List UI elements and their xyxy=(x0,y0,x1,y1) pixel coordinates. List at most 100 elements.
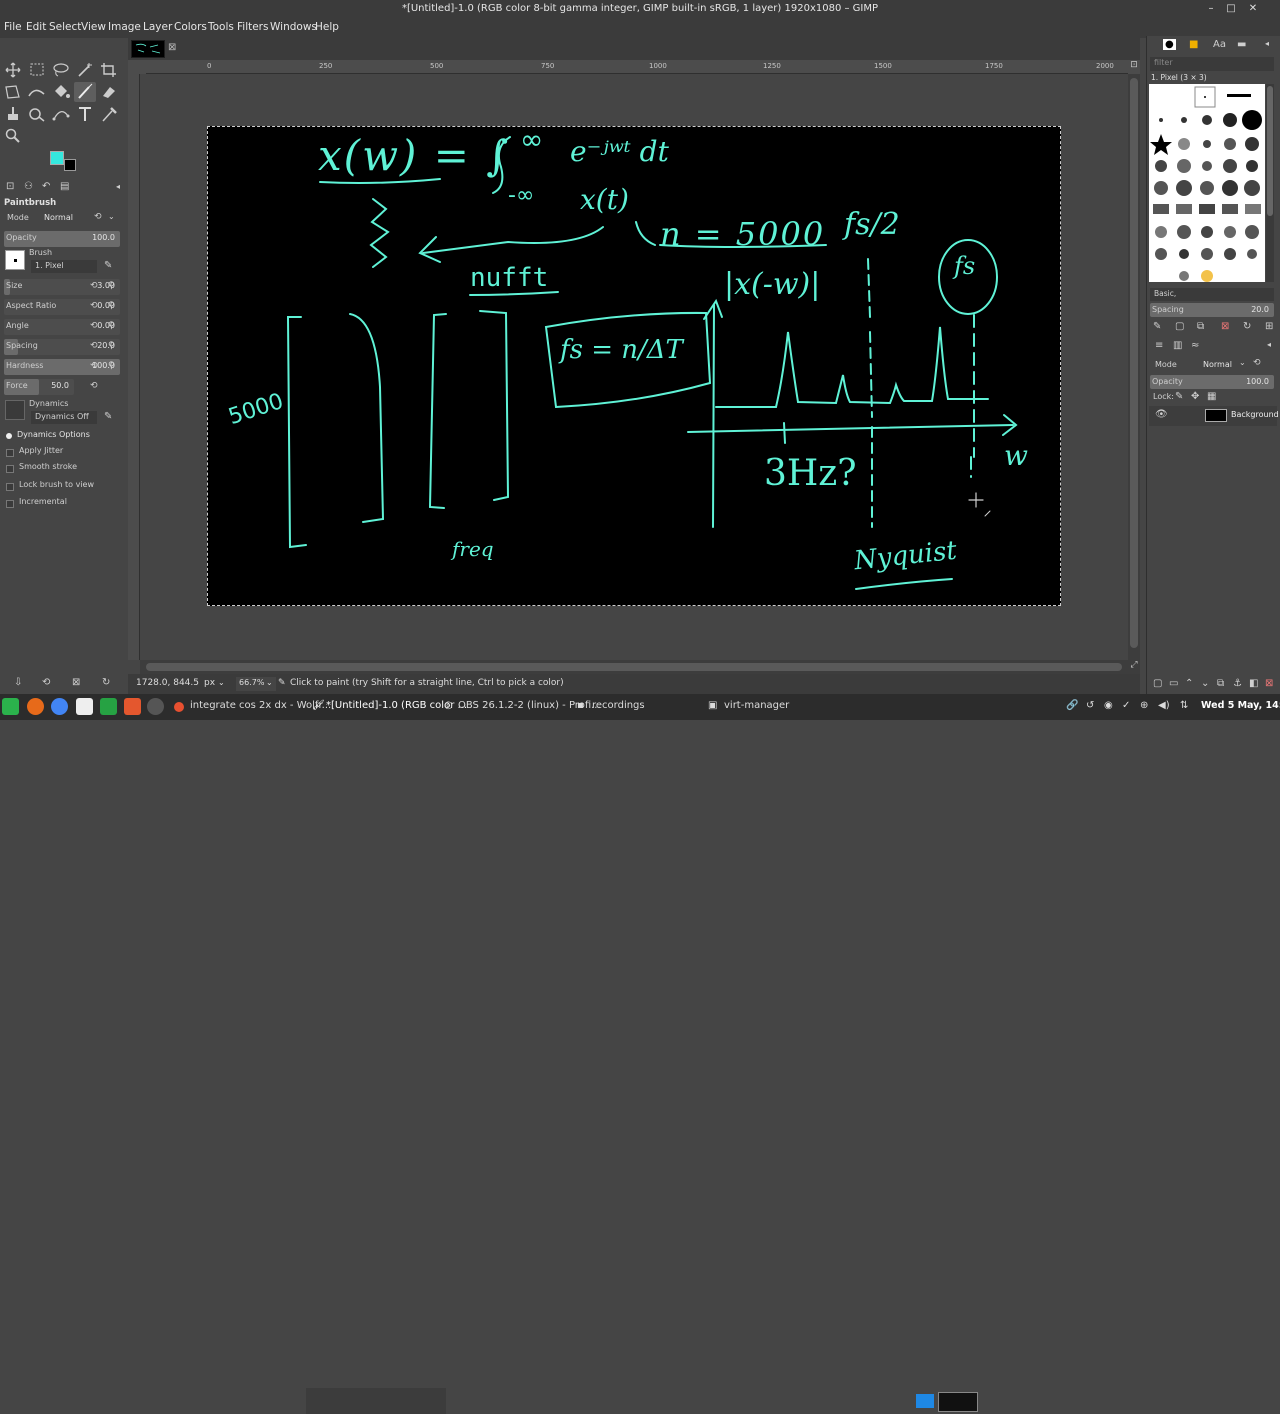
delete-options-icon[interactable]: ⊠ xyxy=(72,677,80,688)
mode-reset-icon[interactable]: ⟲ xyxy=(94,212,102,222)
new-layer-icon[interactable]: ▢ xyxy=(1153,678,1162,689)
tray-globe-icon[interactable]: ⊕ xyxy=(1140,700,1148,711)
fuzzy-select-tool-icon[interactable] xyxy=(74,60,96,80)
angle-link-icon[interactable]: ⚲ xyxy=(108,321,115,331)
dynamics-edit-icon[interactable]: ✎ xyxy=(104,411,112,422)
tray-network-icon[interactable]: ⇅ xyxy=(1180,700,1188,711)
panel-menu-icon[interactable]: ◂ xyxy=(116,182,120,191)
spacing-link-icon[interactable]: ⚲ xyxy=(108,341,115,351)
spacing-slider[interactable]: Spacing 20.0 xyxy=(4,339,120,355)
maximize-button[interactable]: □ xyxy=(1222,0,1240,18)
background-color-swatch[interactable] xyxy=(64,159,76,171)
brush-preview[interactable] xyxy=(5,250,25,270)
minimize-button[interactable]: – xyxy=(1202,0,1220,18)
smudge-tool-icon[interactable] xyxy=(26,104,48,124)
rect-select-tool-icon[interactable] xyxy=(26,60,48,80)
dynamics-preview-icon[interactable] xyxy=(5,400,25,420)
color-picker-tool-icon[interactable] xyxy=(98,104,120,124)
workspace-2-icon[interactable] xyxy=(938,1392,978,1412)
unit-dropdown-icon[interactable]: ⌄ xyxy=(218,678,225,687)
tool-options-tab-icon[interactable]: ⊡ xyxy=(6,181,14,192)
aspect-ratio-slider[interactable]: Aspect Ratio 0.00 xyxy=(4,299,120,315)
gradients-tab-icon[interactable]: ▬ xyxy=(1237,39,1246,50)
clone-tool-icon[interactable] xyxy=(2,104,24,124)
layer-mode-dropdown-icon[interactable]: ⌄ xyxy=(1239,358,1246,367)
lock-pixels-icon[interactable]: ✎ xyxy=(1175,391,1183,402)
zoom-dropdown-icon[interactable]: ⌄ xyxy=(266,678,273,687)
lock-alpha-icon[interactable]: ▦ xyxy=(1207,391,1216,402)
menu-file[interactable]: File xyxy=(4,21,22,33)
obs-icon[interactable] xyxy=(147,698,164,715)
menu-layer[interactable]: Layer xyxy=(143,21,172,33)
image-canvas[interactable]: x(w) = ∫ e⁻ʲʷᵗ dt ∞ -∞ x(t) n = 5000 fs/… xyxy=(207,123,1061,606)
hardness-link-icon[interactable]: ⚲ xyxy=(108,361,115,371)
device-status-tab-icon[interactable]: ⚇ xyxy=(24,181,33,192)
restore-options-icon[interactable]: ⟲ xyxy=(42,677,50,688)
move-tool-icon[interactable] xyxy=(2,60,24,80)
tray-shield-icon[interactable]: ◉ xyxy=(1104,700,1113,711)
path-tool-icon[interactable] xyxy=(50,104,72,124)
brush-spacing-slider[interactable]: Spacing 20.0 xyxy=(1150,303,1274,317)
firefox-icon[interactable] xyxy=(27,698,44,715)
vertical-scroll-thumb[interactable] xyxy=(1130,78,1138,648)
layer-mode-select[interactable]: Normal xyxy=(1203,360,1232,369)
unit-select[interactable]: px xyxy=(204,678,215,688)
smooth-stroke-checkbox[interactable] xyxy=(6,465,14,473)
workspace-1-icon[interactable] xyxy=(916,1394,934,1408)
lower-layer-icon[interactable]: ⌄ xyxy=(1201,678,1209,689)
force-slider[interactable]: Force 50.0 xyxy=(4,379,74,395)
horizontal-scrollbar[interactable] xyxy=(140,660,1128,674)
image-tab-close-icon[interactable]: ⊠ xyxy=(168,42,180,54)
menu-filters[interactable]: Filters xyxy=(237,21,268,33)
unified-transform-tool-icon[interactable] xyxy=(2,82,24,102)
new-layer-group-icon[interactable]: ▭ xyxy=(1169,678,1178,689)
layer-row-background[interactable]: 👁 Background xyxy=(1149,406,1279,426)
horizontal-scroll-thumb[interactable] xyxy=(146,663,1122,671)
layer-name[interactable]: Background xyxy=(1231,410,1279,419)
document-icon[interactable] xyxy=(124,698,141,715)
close-button[interactable]: ✕ xyxy=(1244,0,1262,18)
image-tab-thumbnail[interactable] xyxy=(131,40,165,58)
opacity-slider[interactable]: Opacity 100.0 xyxy=(4,231,120,247)
spreadsheet-icon[interactable] xyxy=(100,698,117,715)
paintbrush-tool-icon[interactable] xyxy=(74,82,96,102)
save-options-icon[interactable]: ⇩ xyxy=(14,677,22,688)
apply-jitter-checkbox[interactable] xyxy=(6,449,14,457)
mode-dropdown-icon[interactable]: ⌄ xyxy=(108,212,115,221)
fonts-tab-icon[interactable]: Aa xyxy=(1213,39,1226,50)
brush-grid-scrollbar[interactable] xyxy=(1266,84,1274,282)
dynamics-field[interactable]: Dynamics Off xyxy=(31,411,97,424)
aspect-reset-icon[interactable]: ⟲ xyxy=(90,301,98,311)
force-reset-icon[interactable]: ⟲ xyxy=(90,381,98,391)
paths-tab-icon[interactable]: ≈ xyxy=(1191,340,1199,351)
task-virt-manager[interactable]: virt-manager xyxy=(724,700,789,711)
duplicate-layer-icon[interactable]: ⧉ xyxy=(1217,678,1224,689)
crop-tool-icon[interactable] xyxy=(98,60,120,80)
files-icon[interactable] xyxy=(76,698,93,715)
brush-grid[interactable] xyxy=(1149,84,1265,282)
size-reset-icon[interactable]: ⟲ xyxy=(90,281,98,291)
tray-check-icon[interactable]: ✓ xyxy=(1122,700,1130,711)
vertical-scrollbar[interactable] xyxy=(1128,74,1140,660)
foreground-color-swatch[interactable] xyxy=(50,151,64,165)
menu-edit[interactable]: Edit xyxy=(26,21,46,33)
tray-sync-icon[interactable]: ↺ xyxy=(1086,700,1094,711)
eraser-tool-icon[interactable] xyxy=(98,82,120,102)
reset-options-icon[interactable]: ↻ xyxy=(102,677,110,688)
lasso-tool-icon[interactable] xyxy=(50,60,72,80)
mode-select[interactable]: Normal xyxy=(44,213,73,222)
duplicate-brush-icon[interactable]: ⧉ xyxy=(1197,321,1204,332)
images-tab-icon[interactable]: ▤ xyxy=(60,181,69,192)
task-gimp[interactable]: 🖌 xyxy=(312,700,325,711)
clock[interactable]: Wed 5 May, 14:45 xyxy=(1201,700,1280,711)
incremental-checkbox[interactable] xyxy=(6,500,14,508)
quick-mask-icon[interactable]: ⊡ xyxy=(1128,60,1140,74)
lock-brush-checkbox[interactable] xyxy=(6,483,14,491)
aspect-link-icon[interactable]: ⚲ xyxy=(108,301,115,311)
hardness-reset-icon[interactable]: ⟲ xyxy=(90,361,98,371)
tray-attach-icon[interactable]: 🔗 xyxy=(1066,700,1078,711)
menu-select[interactable]: Select xyxy=(49,21,81,33)
hardness-slider[interactable]: Hardness 100.0 xyxy=(4,359,120,375)
new-brush-icon[interactable]: ▢ xyxy=(1175,321,1184,332)
menu-help[interactable]: Help xyxy=(315,21,339,33)
